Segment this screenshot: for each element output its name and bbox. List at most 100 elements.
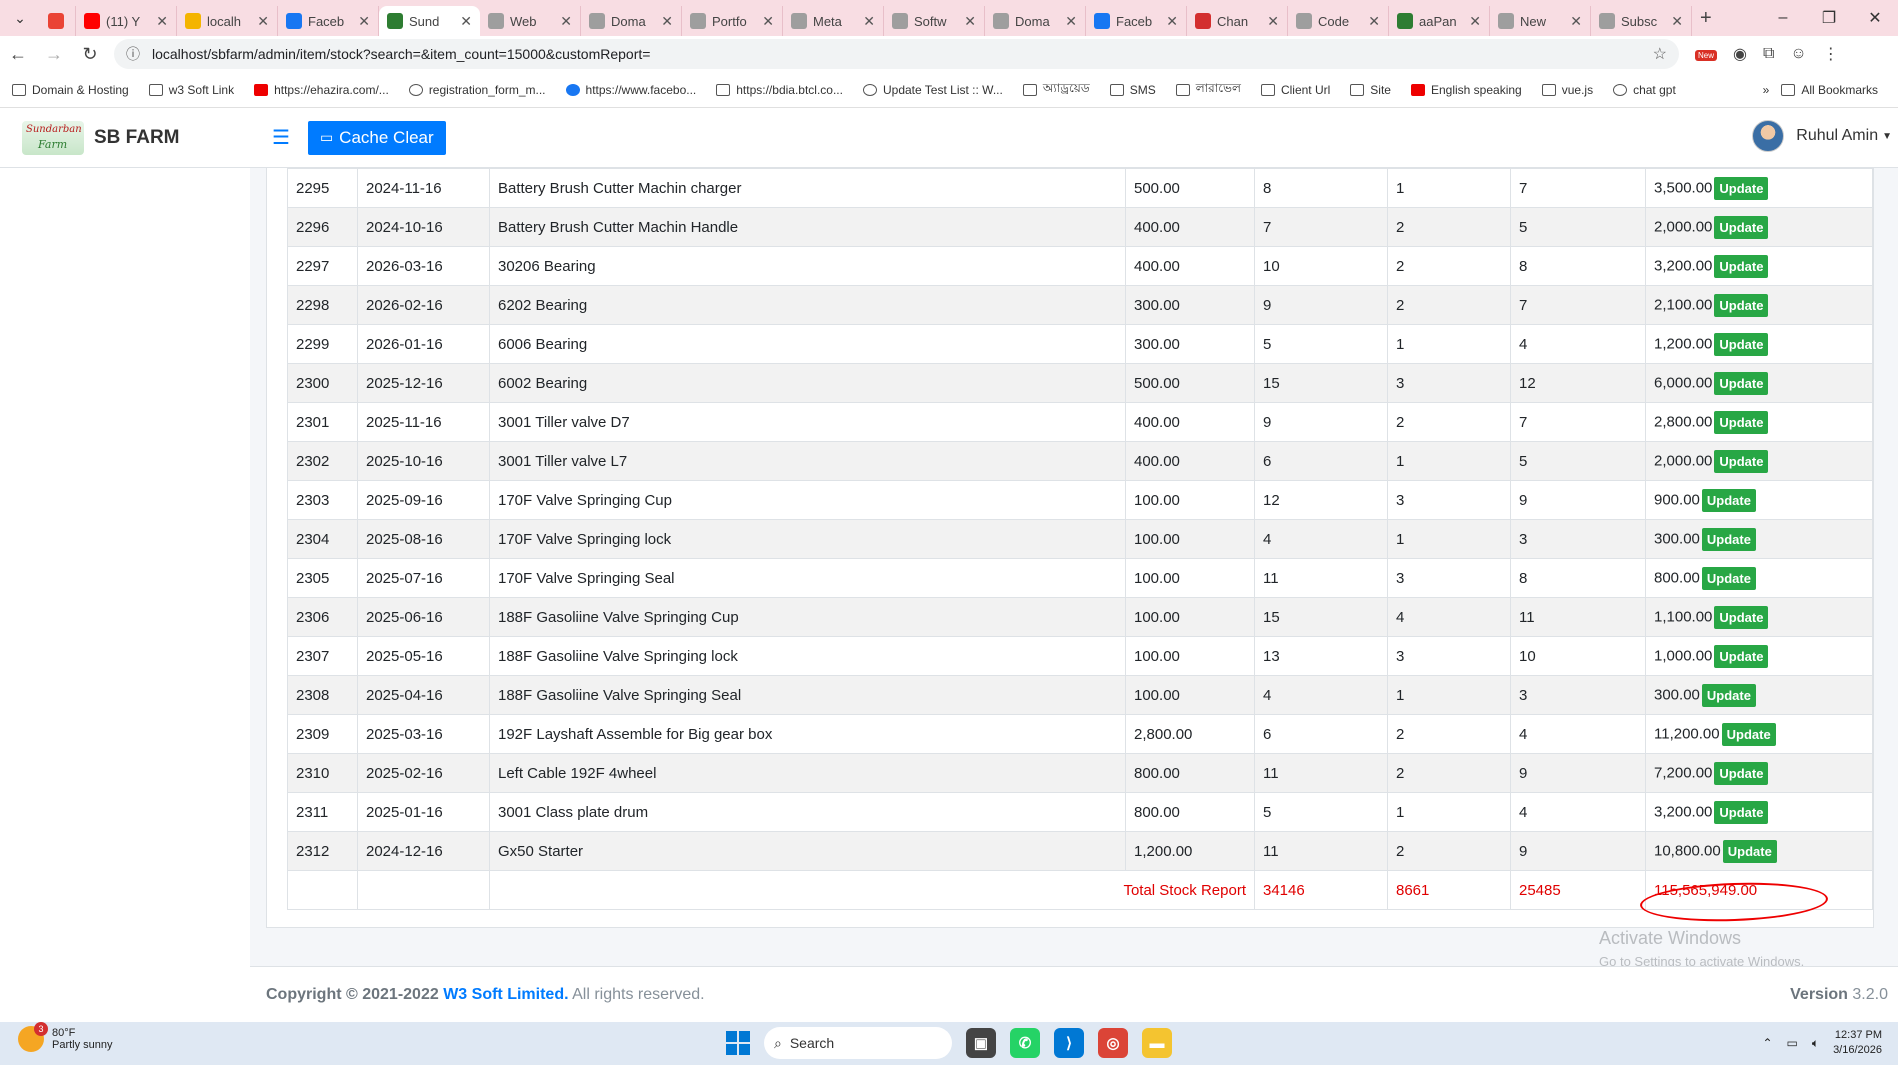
bookmark-item[interactable]: w3 Soft Link xyxy=(148,80,234,100)
tab-close-icon[interactable]: ✕ xyxy=(560,13,572,30)
new-tab-button[interactable]: + xyxy=(1700,7,1712,30)
clock[interactable]: 12:37 PM 3/16/2026 xyxy=(1833,1028,1882,1058)
taskbar-search[interactable]: ⌕ Search xyxy=(764,1027,952,1059)
update-button[interactable]: Update xyxy=(1714,371,1769,395)
more-bookmarks-button[interactable]: » xyxy=(1763,83,1770,97)
bookmark-star-icon[interactable]: ☆ xyxy=(1653,44,1667,64)
browser-tab[interactable]: Softw ✕ xyxy=(884,6,985,36)
tab-close-icon[interactable]: ✕ xyxy=(863,13,875,30)
network-icon[interactable]: ▭ xyxy=(1787,1036,1798,1050)
bookmark-item[interactable]: SMS xyxy=(1109,80,1156,100)
address-bar[interactable]: ⓘ localhost/sbfarm/admin/item/stock?sear… xyxy=(114,39,1679,69)
brand[interactable]: Sundarban Farm SB FARM xyxy=(0,120,250,155)
tray-chevron-icon[interactable]: ⌃ xyxy=(1762,1036,1772,1050)
update-button[interactable]: Update xyxy=(1701,488,1756,512)
bookmark-item[interactable]: লারাভেল xyxy=(1175,80,1241,100)
bookmark-item[interactable]: Site xyxy=(1350,80,1391,100)
extension-new-icon[interactable]: New xyxy=(1695,45,1718,63)
tab-close-icon[interactable]: ✕ xyxy=(661,13,673,30)
close-window-button[interactable]: ✕ xyxy=(1852,8,1898,28)
bookmark-item[interactable]: Domain & Hosting xyxy=(12,80,129,100)
browser-tab[interactable]: aaPan ✕ xyxy=(1389,6,1490,36)
tab-close-icon[interactable]: ✕ xyxy=(156,13,168,30)
update-button[interactable]: Update xyxy=(1701,683,1756,707)
tab-close-icon[interactable]: ✕ xyxy=(762,13,774,30)
tab-close-icon[interactable]: ✕ xyxy=(1166,13,1178,30)
weather-widget[interactable]: 3 80°F Partly sunny xyxy=(18,1022,113,1052)
update-button[interactable]: Update xyxy=(1714,215,1769,239)
update-button[interactable]: Update xyxy=(1714,254,1769,278)
update-button[interactable]: Update xyxy=(1714,644,1769,668)
chrome-icon[interactable]: ◎ xyxy=(1098,1028,1128,1058)
browser-menu-icon[interactable]: ⋮ xyxy=(1823,44,1839,64)
update-button[interactable]: Update xyxy=(1721,722,1776,746)
forward-button[interactable]: → xyxy=(36,44,72,65)
update-button[interactable]: Update xyxy=(1714,332,1769,356)
browser-tab[interactable]: (11) Y ✕ xyxy=(76,6,177,36)
browser-tab[interactable] xyxy=(40,6,76,36)
update-button[interactable]: Update xyxy=(1714,449,1769,473)
bookmark-item[interactable]: Update Test List :: W... xyxy=(862,80,1003,100)
back-button[interactable]: ← xyxy=(0,44,36,65)
tab-close-icon[interactable]: ✕ xyxy=(964,13,976,30)
browser-tab[interactable]: Faceb ✕ xyxy=(1086,6,1187,36)
browser-tab[interactable]: Faceb ✕ xyxy=(278,6,379,36)
bookmark-item[interactable]: https://bdia.btcl.co... xyxy=(716,80,843,100)
bookmark-item[interactable]: https://www.facebo... xyxy=(565,80,696,100)
update-button[interactable]: Update xyxy=(1714,761,1769,785)
tab-close-icon[interactable]: ✕ xyxy=(1368,13,1380,30)
browser-tab[interactable]: localh ✕ xyxy=(177,6,278,36)
maximize-button[interactable]: ❐ xyxy=(1806,8,1852,28)
user-menu[interactable]: Ruhul Amin ▼ xyxy=(1752,120,1892,152)
update-button[interactable]: Update xyxy=(1701,566,1756,590)
bookmark-item[interactable]: অ্যাড্রয়েড xyxy=(1022,80,1090,100)
update-button[interactable]: Update xyxy=(1722,839,1777,863)
reload-button[interactable]: ↻ xyxy=(72,44,108,65)
browser-tab[interactable]: Web ✕ xyxy=(480,6,581,36)
tab-close-icon[interactable]: ✕ xyxy=(460,13,472,30)
browser-tab[interactable]: Subsc ✕ xyxy=(1591,6,1692,36)
volume-icon[interactable]: 🔈︎ xyxy=(1812,1036,1819,1051)
tab-close-icon[interactable]: ✕ xyxy=(1671,13,1683,30)
tab-close-icon[interactable]: ✕ xyxy=(1065,13,1077,30)
browser-tab[interactable]: New ✕ xyxy=(1490,6,1591,36)
extension-icon[interactable]: ◉ xyxy=(1733,44,1747,64)
bookmark-item[interactable]: vue.js xyxy=(1541,80,1593,100)
update-button[interactable]: Update xyxy=(1714,800,1769,824)
update-button[interactable]: Update xyxy=(1714,176,1769,200)
browser-tab[interactable]: Doma ✕ xyxy=(581,6,682,36)
update-button[interactable]: Update xyxy=(1714,410,1769,434)
cache-clear-button[interactable]: ▭ Cache Clear xyxy=(307,120,446,155)
tab-close-icon[interactable]: ✕ xyxy=(257,13,269,30)
vscode-icon[interactable]: ⟩ xyxy=(1054,1028,1084,1058)
extensions-puzzle-icon[interactable]: ⧉ xyxy=(1763,45,1774,63)
minimize-button[interactable]: – xyxy=(1760,9,1806,27)
task-view-icon[interactable]: ▣ xyxy=(966,1028,996,1058)
company-link[interactable]: W3 Soft Limited. xyxy=(443,986,568,1003)
bookmark-item[interactable]: https://ehazira.com/... xyxy=(254,80,389,100)
bookmark-item[interactable]: chat gpt xyxy=(1613,80,1676,100)
profile-icon[interactable]: ☺ xyxy=(1790,45,1806,63)
all-bookmarks-folder[interactable]: All Bookmarks xyxy=(1781,83,1878,97)
whatsapp-icon[interactable]: ✆ xyxy=(1010,1028,1040,1058)
bookmark-item[interactable]: registration_form_m... xyxy=(408,80,546,100)
browser-tab[interactable]: Portfo ✕ xyxy=(682,6,783,36)
browser-tab[interactable]: Sund ✕ xyxy=(379,6,480,36)
windows-start-icon[interactable] xyxy=(726,1031,750,1055)
tab-close-icon[interactable]: ✕ xyxy=(1267,13,1279,30)
tab-close-icon[interactable]: ✕ xyxy=(358,13,370,30)
browser-tab[interactable]: Chan ✕ xyxy=(1187,6,1288,36)
update-button[interactable]: Update xyxy=(1701,527,1756,551)
bookmark-item[interactable]: English speaking xyxy=(1410,80,1522,100)
browser-tab[interactable]: Doma ✕ xyxy=(985,6,1086,36)
file-explorer-icon[interactable]: ▬ xyxy=(1142,1028,1172,1058)
bookmark-item[interactable]: Client Url xyxy=(1260,80,1330,100)
update-button[interactable]: Update xyxy=(1714,293,1769,317)
menu-toggle-icon[interactable]: ☰ xyxy=(272,125,290,150)
tab-close-icon[interactable]: ✕ xyxy=(1570,13,1582,30)
browser-tab[interactable]: Code ✕ xyxy=(1288,6,1389,36)
tab-search-button[interactable]: ⌄ xyxy=(0,10,40,27)
update-button[interactable]: Update xyxy=(1714,605,1769,629)
tab-close-icon[interactable]: ✕ xyxy=(1469,13,1481,30)
site-info-icon[interactable]: ⓘ xyxy=(126,44,140,64)
